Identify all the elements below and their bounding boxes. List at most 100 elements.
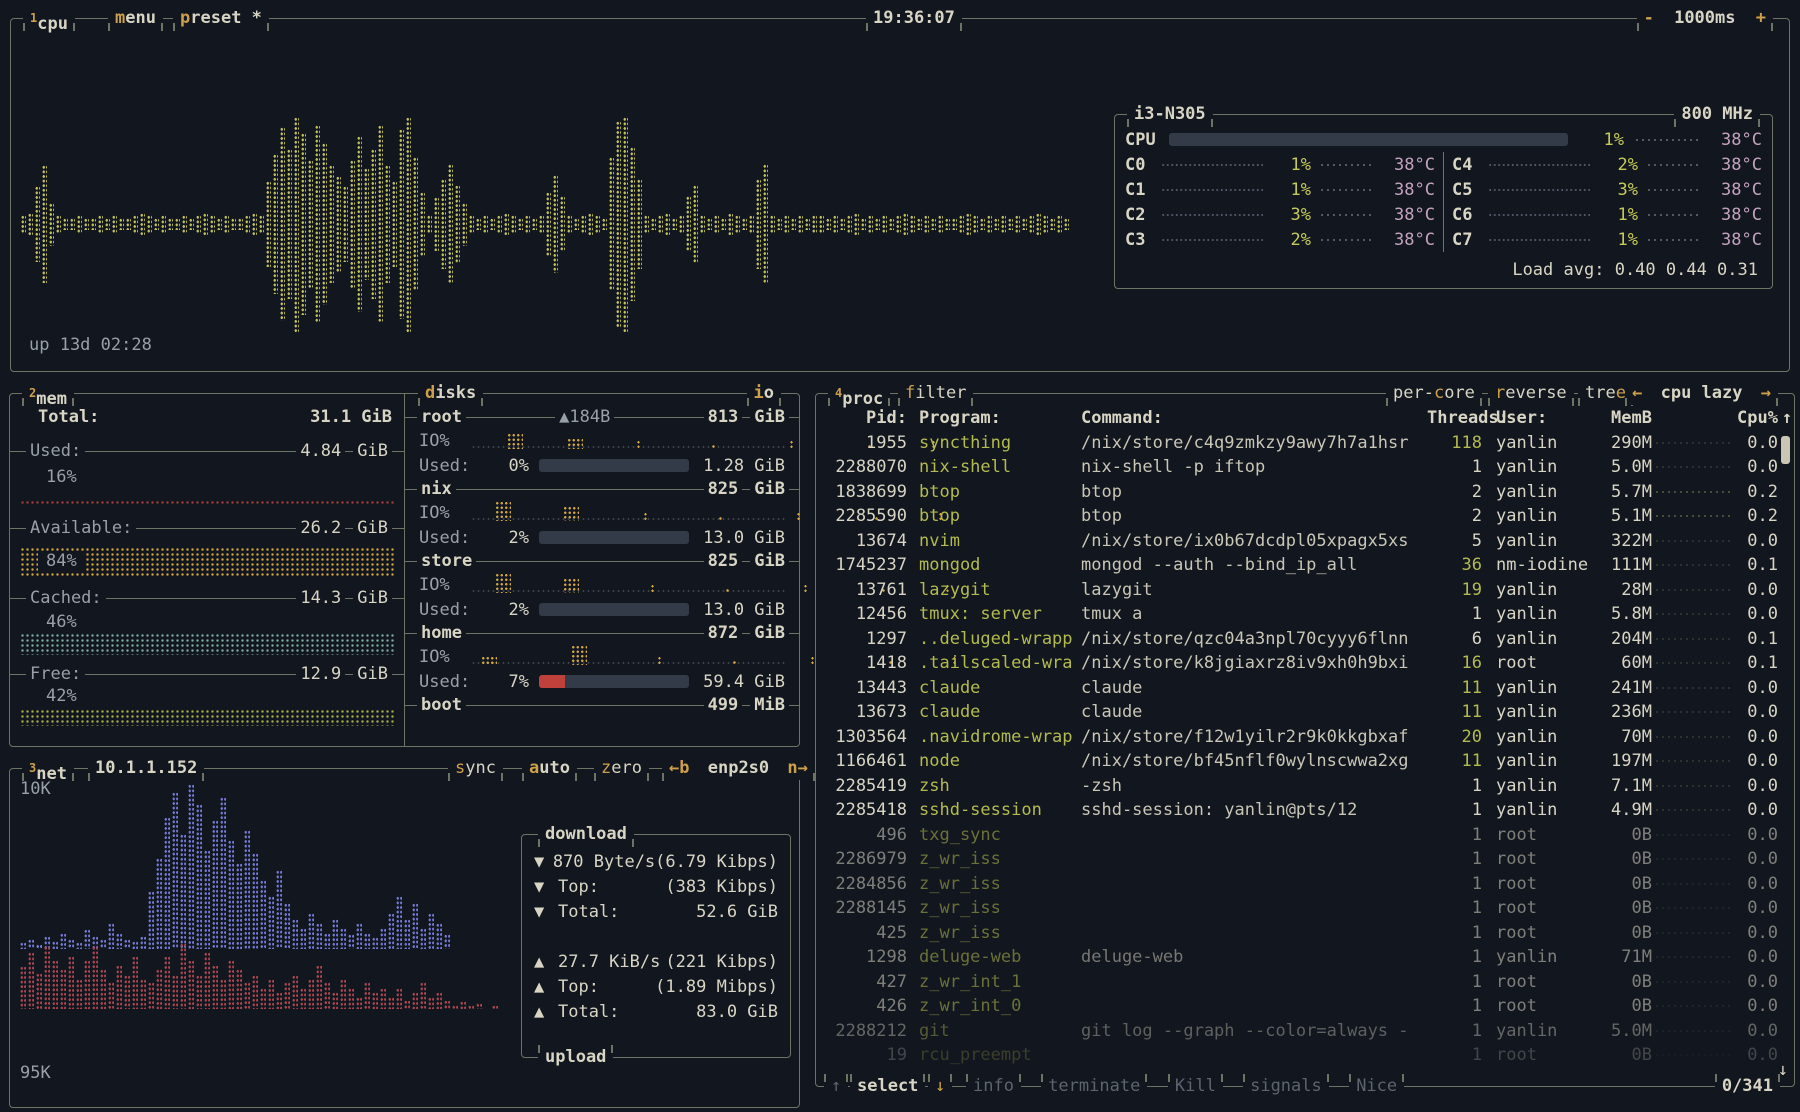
interval-decrease-button[interactable]: - (1644, 8, 1654, 28)
mem-percent: 42% (10, 685, 404, 707)
process-row[interactable]: 1418.tailscaled-wra/nix/store/k8jgiaxrz8… (816, 651, 1794, 676)
cpu-core-row: C01%38°C (1125, 152, 1444, 177)
proc-action-signals[interactable]: signals (1243, 1075, 1329, 1098)
col-command[interactable]: Command: (1077, 406, 1427, 431)
select-up-icon[interactable]: ↑ (824, 1075, 848, 1098)
process-row[interactable]: 13761lazygitlazygit19yanlin28M0.0 (816, 578, 1794, 603)
cpu-box-title[interactable]: 1cpu (23, 7, 75, 30)
disk-used-row: Used:2%13.0 GiB (405, 525, 799, 550)
preset-button[interactable]: preset * (173, 7, 269, 30)
net-sync-button[interactable]: sync (448, 757, 503, 780)
disk-row: nix825GiB (405, 478, 799, 500)
per-core-toggle[interactable]: per-core (1386, 382, 1482, 405)
process-row[interactable]: 19rcu_preempt1root0B0.0 (816, 1043, 1794, 1068)
process-row[interactable]: 426z_wr_int_01root0B0.0 (816, 994, 1794, 1019)
process-row[interactable]: 1955syncthing/nix/store/c4q9zmkzy9awy7h7… (816, 431, 1794, 456)
process-row[interactable]: 425z_wr_iss1root0B0.0 (816, 921, 1794, 946)
net-scale-bottom: 95K (20, 1063, 51, 1083)
disk-used-row: Used:7%59.4 GiB (405, 669, 799, 694)
mem-stat-row: Used:4.84GiB (10, 440, 404, 462)
filter-button[interactable]: filter (898, 382, 973, 405)
disks-toggle[interactable]: disks (418, 382, 483, 405)
col-cpu[interactable]: Cpu% (1732, 406, 1778, 431)
process-row[interactable]: 1838699btopbtop2yanlin5.7M0.2 (816, 480, 1794, 505)
process-row[interactable]: 2288212gitgit log --graph --color=always… (816, 1019, 1794, 1044)
cpu-total-percent: 1% (1584, 130, 1624, 150)
interval-increase-button[interactable]: + (1756, 8, 1766, 28)
cpu-total-minigraph (1634, 138, 1698, 142)
process-row[interactable]: 2285419zsh-zsh1yanlin7.1M0.0 (816, 774, 1794, 799)
process-row[interactable]: 1297..deluged-wrapp/nix/store/qzc04a3npl… (816, 627, 1794, 652)
net-box-title[interactable]: 3net (22, 757, 74, 780)
proc-action-kill[interactable]: Kill (1168, 1075, 1223, 1098)
net-info-box: download upload ▼870 Byte/s(6.79 Kibps)▼… (521, 834, 791, 1058)
sort-arrow-icon: ↑ (1778, 406, 1796, 431)
io-toggle[interactable]: io (747, 382, 782, 405)
col-pid[interactable]: Pid: (822, 406, 907, 431)
mem-total-row: Total:31.1 GiB (10, 406, 404, 428)
process-row[interactable]: 2288070nix-shellnix-shell -p iftop1yanli… (816, 455, 1794, 480)
process-row[interactable]: 1303564.navidrome-wrap/nix/store/f12w1yi… (816, 725, 1794, 750)
proc-action-info[interactable]: info (966, 1075, 1021, 1098)
proc-action-nice[interactable]: Nice (1349, 1075, 1404, 1098)
iface-next-button[interactable]: n→ (787, 758, 807, 778)
proc-action-terminate[interactable]: terminate (1041, 1075, 1147, 1098)
mem-free-graph (20, 709, 394, 726)
net-stat-row: ▲27.7 KiB/s(221 Kibps) (522, 949, 790, 974)
process-row[interactable]: 2286979z_wr_iss1root0B0.0 (816, 847, 1794, 872)
process-row[interactable]: 2284856z_wr_iss1root0B0.0 (816, 872, 1794, 897)
process-row[interactable]: 13674nvim/nix/store/ix0b67dcdpl05xpagx5x… (816, 529, 1794, 554)
disk-row: home872GiB (405, 622, 799, 644)
net-ip-address: 10.1.1.152 (88, 757, 204, 780)
cpu-usage-graph (21, 94, 1106, 324)
mem-box: 2mem disks io Total:31.1 GiBUsed:4.84GiB… (9, 393, 800, 747)
mem-box-title[interactable]: 2mem (22, 382, 74, 405)
process-row[interactable]: 496txg_sync1root0B0.0 (816, 823, 1794, 848)
clock: 19:36:07 (866, 7, 962, 30)
select-down-icon[interactable]: ↓ (928, 1075, 952, 1098)
process-row[interactable]: 13673claudeclaude11yanlin236M0.0 (816, 700, 1794, 725)
col-user[interactable]: User: (1482, 406, 1592, 431)
interval-value: 1000ms (1664, 8, 1745, 28)
mem-used-graph (20, 500, 394, 505)
iface-prev-button[interactable]: ←b (669, 758, 689, 778)
cpu-core-row: C61%38°C (1444, 202, 1762, 227)
load-average: Load avg: 0.40 0.44 0.31 (1512, 260, 1758, 280)
process-row[interactable]: 2285590btopbtop2yanlin5.1M0.2 (816, 504, 1794, 529)
disks-pane: root▲184B813GiBIO%Used:0%1.28 GiBnix825G… (404, 394, 799, 746)
cpu-total-label: CPU (1125, 130, 1169, 150)
process-row[interactable]: 1745237mongodmongod --auth --bind_ip_all… (816, 553, 1794, 578)
menu-button[interactable]: menu (108, 7, 163, 30)
download-title: download (538, 823, 634, 846)
cpu-core-list: C01%38°CC42%38°CC11%38°CC53%38°CC23%38°C… (1115, 152, 1772, 252)
disk-io-row: IO% (405, 644, 799, 669)
process-row[interactable]: 1166461node/nix/store/bf45nflf0wylnscwwa… (816, 749, 1794, 774)
col-threads[interactable]: Threads: (1427, 406, 1482, 431)
cpu-core-row: C42%38°C (1444, 152, 1762, 177)
col-program[interactable]: Program: (907, 406, 1077, 431)
sort-next-button[interactable]: → (1761, 383, 1771, 403)
process-row[interactable]: 2288145z_wr_iss1root0B0.0 (816, 896, 1794, 921)
cpu-info-box: i3-N305 800 MHz CPU 1% 38°C C01%38°CC42%… (1114, 114, 1773, 289)
proc-box-title[interactable]: 4proc (828, 382, 890, 405)
net-stat-row: ▼870 Byte/s(6.79 Kibps) (522, 849, 790, 874)
process-row[interactable]: 1298deluge-webdeluge-web1yanlin71M0.0 (816, 945, 1794, 970)
scrollbar-thumb[interactable] (1781, 436, 1790, 464)
select-label: select (850, 1075, 925, 1098)
process-row[interactable]: 13443claudeclaude11yanlin241M0.0 (816, 676, 1794, 701)
process-row[interactable]: 2285418sshd-sessionsshd-session: yanlin@… (816, 798, 1794, 823)
mem-stat-row: Cached:14.3GiB (10, 587, 404, 609)
proc-header-row: Pid: Program: Command: Threads: User: Me… (816, 406, 1794, 431)
cpu-core-row: C11%38°C (1125, 177, 1444, 202)
process-row[interactable]: 12456tmux: servertmux a1yanlin5.8M0.0 (816, 602, 1794, 627)
selection-counter: 0/341 (1715, 1075, 1780, 1098)
cpu-box: 1cpu menu preset * 19:36:07 - 1000ms + u… (10, 18, 1790, 372)
net-zero-button[interactable]: zero (594, 757, 649, 780)
process-row[interactable]: 427z_wr_int_11root0B0.0 (816, 970, 1794, 995)
cpu-total-meter (1169, 133, 1568, 146)
reverse-toggle[interactable]: reverse (1488, 382, 1574, 405)
col-mem[interactable]: MemB (1592, 406, 1652, 431)
sort-prev-button[interactable]: ← (1632, 383, 1642, 403)
cpu-core-row: C71%38°C (1444, 227, 1762, 252)
net-auto-button[interactable]: auto (522, 757, 577, 780)
